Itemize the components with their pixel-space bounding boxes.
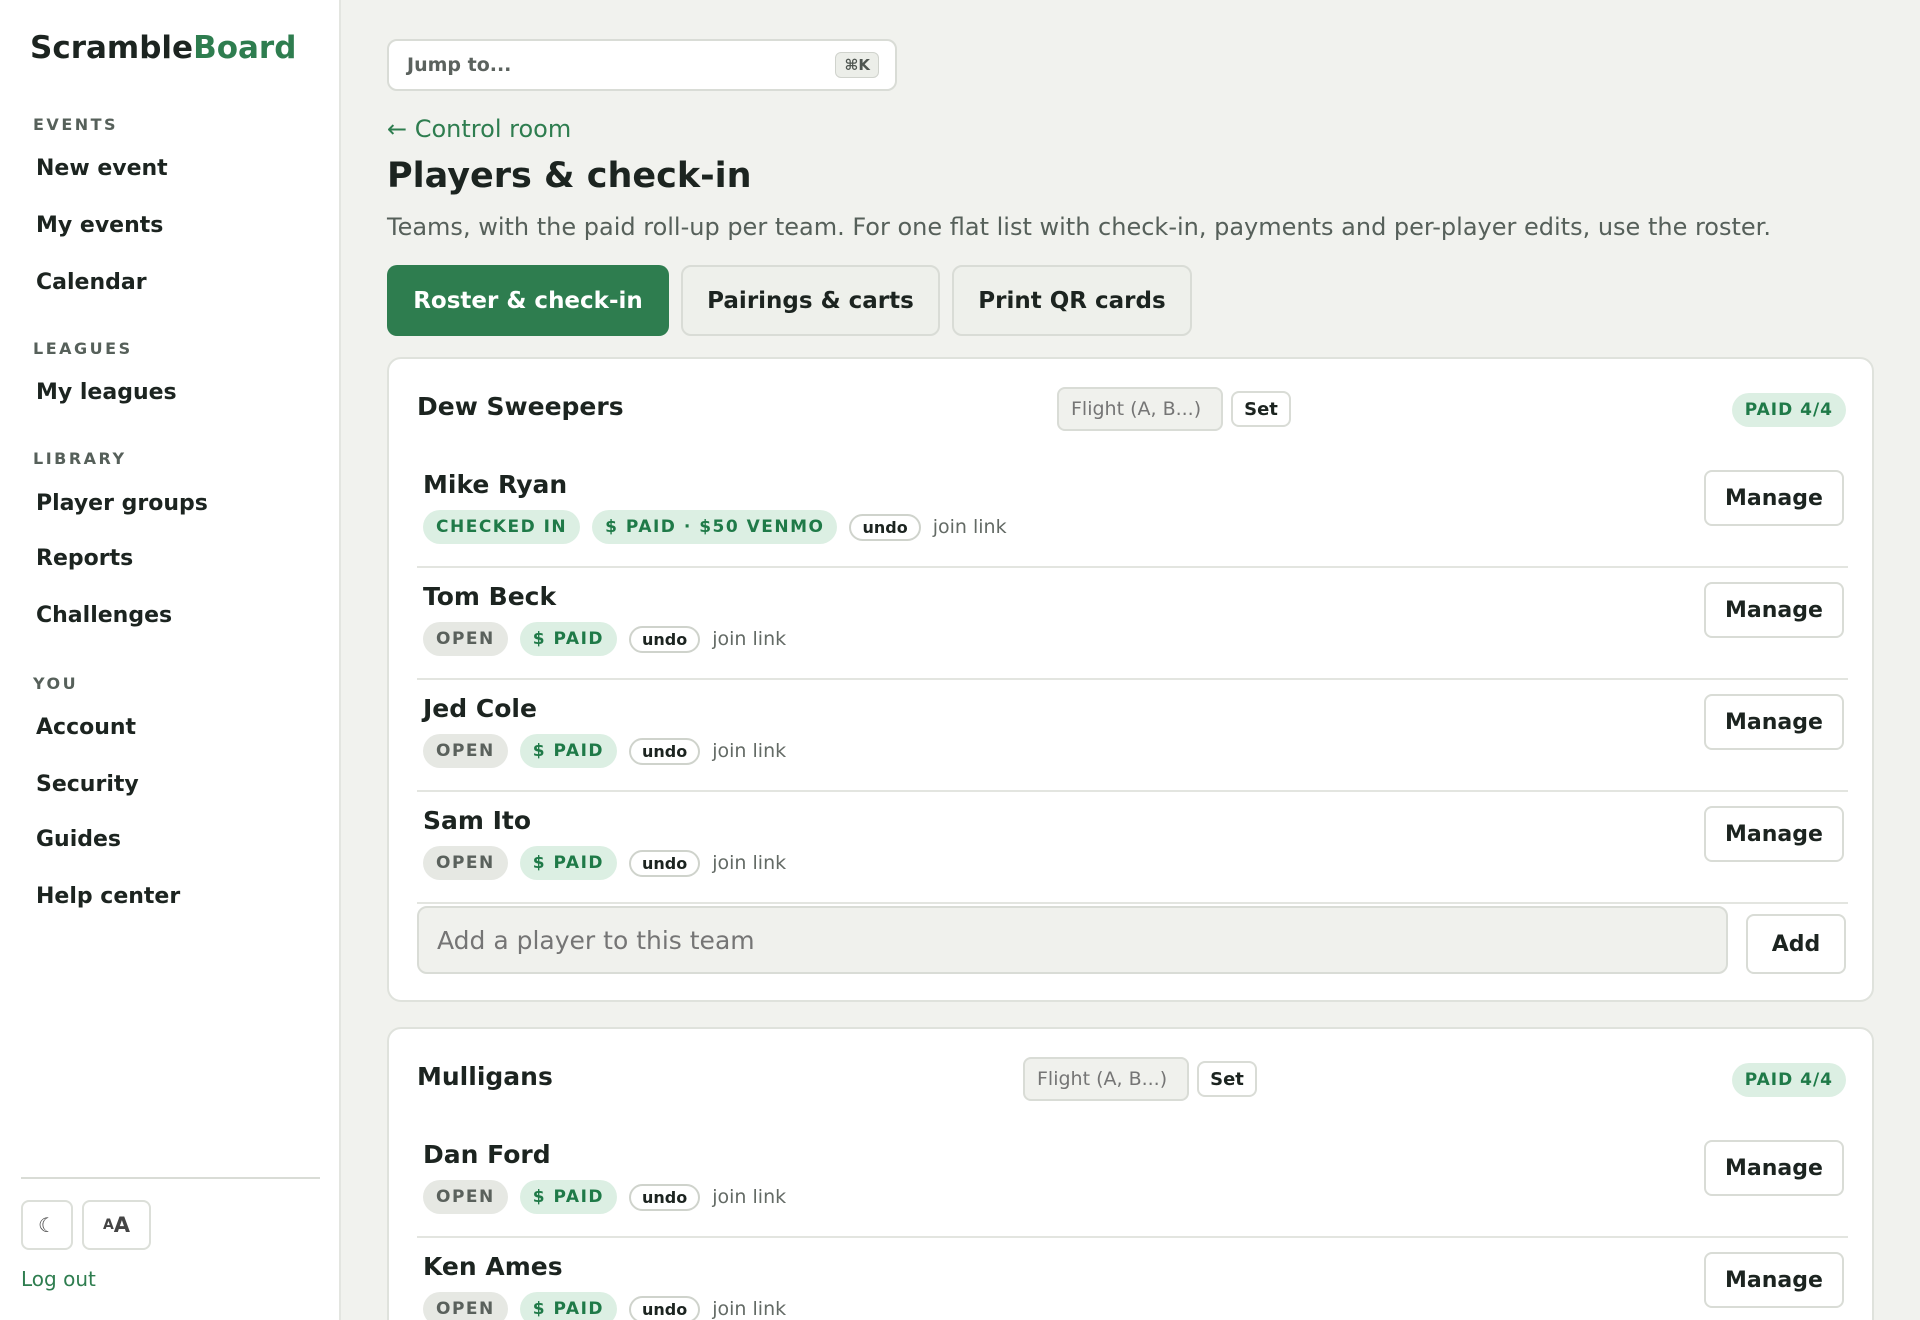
join-link[interactable]: join link	[712, 628, 786, 650]
tab-roster-check-in[interactable]: Roster & check-in	[387, 265, 669, 336]
brand-logo[interactable]: ScrambleBoard	[30, 30, 296, 66]
payment-badge: $ PAID	[519, 734, 618, 768]
checkin-status-badge: OPEN	[423, 734, 508, 768]
sidebar-item-account[interactable]: Account	[36, 715, 136, 740]
flight-input[interactable]	[1023, 1057, 1189, 1101]
team-card-dew-sweepers: Dew Sweepers Set PAID 4/4 Mike Ryan CHEC…	[387, 357, 1874, 1002]
sidebar-item-player-groups[interactable]: Player groups	[36, 491, 208, 516]
checkin-status-badge: OPEN	[423, 1180, 508, 1214]
join-link[interactable]: join link	[712, 740, 786, 762]
team-paid-badge: PAID 4/4	[1731, 1063, 1846, 1097]
player-name: Mike Ryan	[423, 470, 568, 499]
nav-section-library: LIBRARY	[33, 449, 127, 468]
nav-section-events: EVENTS	[33, 115, 119, 134]
join-link[interactable]: join link	[712, 1298, 786, 1320]
text-size-button[interactable]: AA	[82, 1200, 151, 1250]
checkin-status-badge: OPEN	[423, 846, 508, 880]
sidebar: ScrambleBoard EVENTS New event My events…	[0, 0, 341, 1320]
moon-icon: ☾	[38, 1213, 56, 1237]
search-placeholder: Jump to...	[407, 54, 512, 76]
text-size-small-icon: A	[102, 1217, 114, 1233]
payment-badge: $ PAID	[519, 1180, 618, 1214]
page-subtitle: Teams, with the paid roll-up per team. F…	[387, 213, 1771, 241]
player-row: Tom Beck OPEN $ PAID undo join link Mana…	[417, 568, 1848, 680]
undo-button[interactable]: undo	[629, 1295, 701, 1320]
player-row: Sam Ito OPEN $ PAID undo join link Manag…	[417, 792, 1848, 904]
payment-badge: $ PAID	[519, 846, 618, 880]
manage-player-button[interactable]: Manage	[1704, 582, 1844, 638]
sidebar-item-security[interactable]: Security	[36, 772, 139, 797]
jump-to-search[interactable]: Jump to... ⌘K	[387, 39, 897, 91]
player-name: Tom Beck	[423, 582, 557, 611]
undo-button[interactable]: undo	[629, 1183, 701, 1211]
manage-player-button[interactable]: Manage	[1704, 1252, 1844, 1308]
theme-toggle-button[interactable]: ☾	[21, 1200, 73, 1250]
team-name: Mulligans	[417, 1062, 553, 1091]
set-flight-button[interactable]: Set	[1197, 1061, 1257, 1097]
player-row: Dan Ford OPEN $ PAID undo join link Mana…	[417, 1126, 1848, 1238]
player-name: Ken Ames	[423, 1252, 563, 1281]
checkin-status-badge: OPEN	[423, 1292, 508, 1320]
checkin-status-badge: CHECKED IN	[423, 510, 581, 544]
player-name: Sam Ito	[423, 806, 532, 835]
undo-button[interactable]: undo	[629, 849, 701, 877]
sidebar-item-reports[interactable]: Reports	[36, 546, 133, 571]
brand-name-part2: Board	[193, 30, 297, 66]
tab-pairings-carts[interactable]: Pairings & carts	[681, 265, 940, 336]
set-flight-button[interactable]: Set	[1231, 391, 1291, 427]
sidebar-item-challenges[interactable]: Challenges	[36, 603, 172, 628]
sidebar-item-calendar[interactable]: Calendar	[36, 270, 147, 295]
payment-badge: $ PAID	[519, 1292, 618, 1320]
back-to-control-room-link[interactable]: ← Control room	[387, 115, 571, 143]
page-title: Players & check-in	[387, 156, 752, 196]
undo-button[interactable]: undo	[629, 625, 701, 653]
player-row: Jed Cole OPEN $ PAID undo join link Mana…	[417, 680, 1848, 792]
sidebar-item-my-events[interactable]: My events	[36, 213, 163, 238]
add-player-input[interactable]	[417, 906, 1728, 974]
sidebar-item-my-leagues[interactable]: My leagues	[36, 380, 177, 405]
team-paid-badge: PAID 4/4	[1731, 393, 1846, 427]
manage-player-button[interactable]: Manage	[1704, 806, 1844, 862]
player-row: Ken Ames OPEN $ PAID undo join link Mana…	[417, 1238, 1848, 1320]
logout-link[interactable]: Log out	[21, 1267, 96, 1291]
sidebar-item-guides[interactable]: Guides	[36, 827, 121, 852]
payment-badge: $ PAID · $50 VENMO	[592, 510, 838, 544]
keyboard-shortcut-badge: ⌘K	[835, 52, 879, 78]
sidebar-item-help-center[interactable]: Help center	[36, 884, 180, 909]
nav-section-leagues: LEAGUES	[33, 339, 133, 358]
text-size-large-icon: A	[113, 1213, 131, 1237]
join-link[interactable]: join link	[712, 852, 786, 874]
checkin-status-badge: OPEN	[423, 622, 508, 656]
payment-badge: $ PAID	[519, 622, 618, 656]
join-link[interactable]: join link	[933, 516, 1007, 538]
undo-button[interactable]: undo	[849, 513, 921, 541]
join-link[interactable]: join link	[712, 1186, 786, 1208]
player-name: Jed Cole	[423, 694, 537, 723]
manage-player-button[interactable]: Manage	[1704, 694, 1844, 750]
manage-player-button[interactable]: Manage	[1704, 1140, 1844, 1196]
undo-button[interactable]: undo	[629, 737, 701, 765]
nav-section-you: YOU	[33, 674, 79, 693]
add-player-button[interactable]: Add	[1746, 914, 1846, 974]
player-name: Dan Ford	[423, 1140, 551, 1169]
brand-name-part1: Scramble	[30, 30, 194, 66]
manage-player-button[interactable]: Manage	[1704, 470, 1844, 526]
tab-print-qr-cards[interactable]: Print QR cards	[952, 265, 1192, 336]
team-card-mulligans: Mulligans Set PAID 4/4 Dan Ford OPEN $ P…	[387, 1027, 1874, 1320]
team-name: Dew Sweepers	[417, 392, 624, 421]
sidebar-item-new-event[interactable]: New event	[36, 156, 168, 181]
flight-input[interactable]	[1057, 387, 1223, 431]
player-row: Mike Ryan CHECKED IN $ PAID · $50 VENMO …	[417, 456, 1848, 568]
sidebar-divider	[21, 1177, 320, 1179]
